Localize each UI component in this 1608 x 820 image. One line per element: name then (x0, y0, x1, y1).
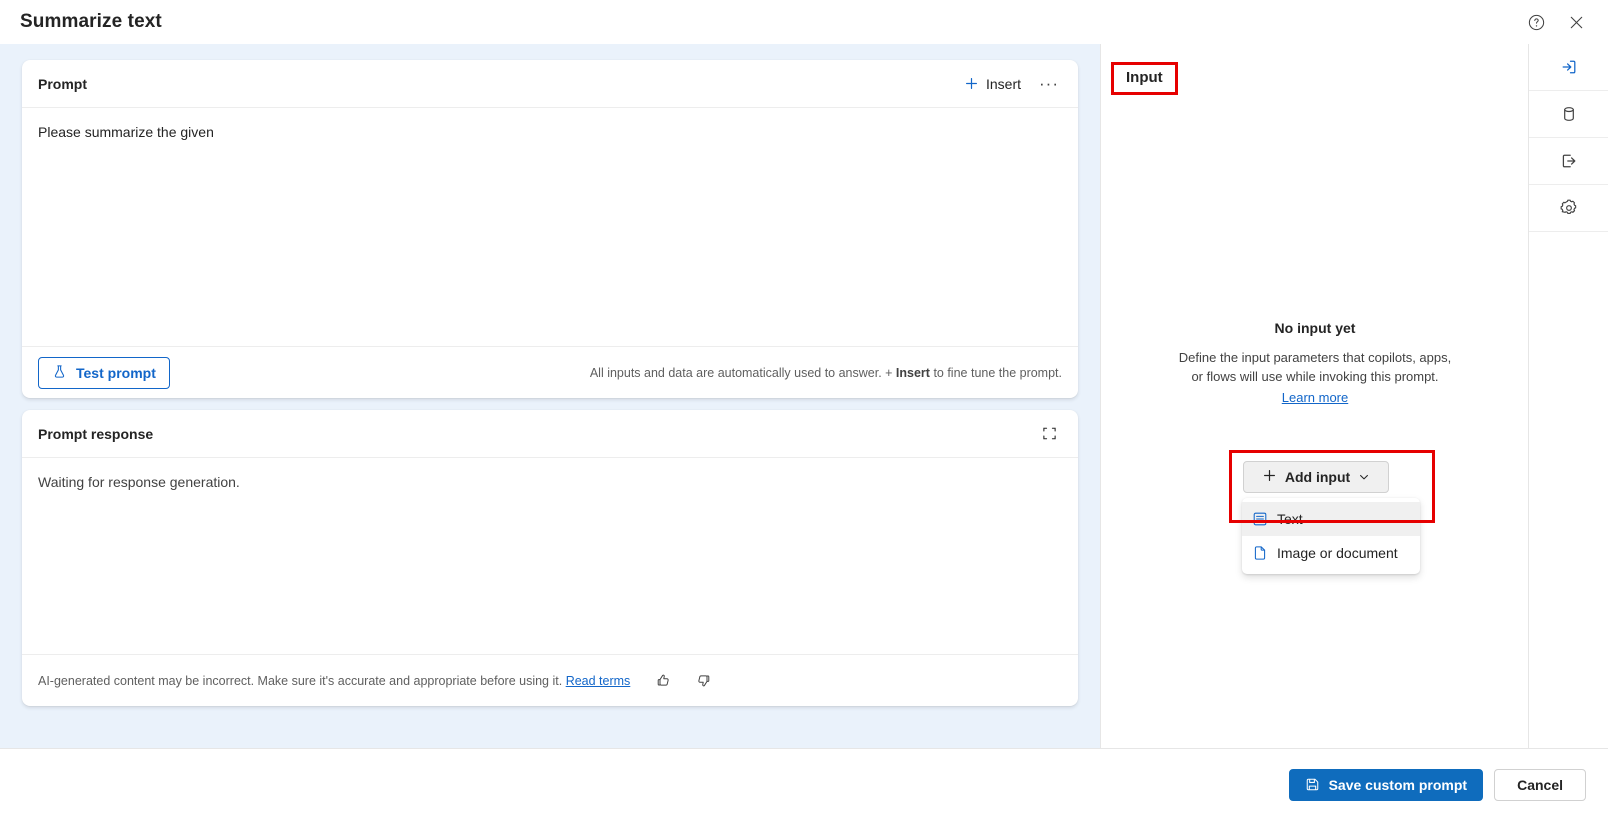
feedback-icons (650, 668, 716, 694)
empty-state-title: No input yet (1274, 320, 1356, 336)
dialog-body: Prompt Insert ··· Please summarize the g… (0, 44, 1608, 748)
empty-state-description: Define the input parameters that copilot… (1129, 348, 1501, 386)
plus-icon (1262, 468, 1277, 486)
input-heading-highlight: Input (1111, 62, 1178, 95)
prompt-card: Prompt Insert ··· Please summarize the g… (22, 60, 1078, 398)
text-document-icon (1252, 511, 1268, 527)
read-terms-link[interactable]: Read terms (566, 674, 631, 688)
add-input-label: Add input (1284, 469, 1351, 485)
prompt-card-footer: Test prompt All inputs and data are auto… (22, 346, 1078, 398)
input-empty-state: No input yet Define the input parameters… (1101, 320, 1529, 407)
prompt-card-actions: Insert ··· (955, 69, 1064, 99)
empty-desc-line-2: or flows will use while invoking this pr… (1191, 369, 1439, 384)
close-icon[interactable] (1560, 6, 1592, 38)
right-rail (1528, 44, 1608, 748)
insert-button-label: Insert (985, 75, 1021, 92)
prompt-card-title: Prompt (38, 75, 87, 92)
rail-item-output[interactable] (1528, 138, 1608, 185)
cancel-button[interactable]: Cancel (1494, 768, 1586, 801)
summarize-text-dialog: Summarize text Prompt Insert ··· Please … (0, 0, 1608, 820)
chevron-down-icon (1358, 471, 1370, 483)
thumbs-up-icon[interactable] (650, 668, 676, 694)
ai-disclaimer: AI-generated content may be incorrect. M… (38, 673, 631, 688)
plus-icon (964, 76, 979, 91)
rail-item-input[interactable] (1528, 44, 1608, 91)
dialog-titlebar: Summarize text (0, 0, 1608, 44)
add-input-menu: Text Image or document (1242, 498, 1420, 574)
response-card-title: Prompt response (38, 425, 154, 442)
menu-item-label: Text (1277, 511, 1303, 527)
test-prompt-button[interactable]: Test prompt (38, 356, 170, 389)
prompt-text-input[interactable]: Please summarize the given (22, 108, 1078, 346)
thumbs-down-icon[interactable] (690, 668, 716, 694)
response-card-header: Prompt response (22, 410, 1078, 458)
help-icon[interactable] (1520, 6, 1552, 38)
save-disk-icon (1305, 777, 1320, 792)
titlebar-actions (1520, 6, 1592, 38)
prompt-response-card: Prompt response Waiting for response gen… (22, 410, 1078, 706)
rail-item-data[interactable] (1528, 91, 1608, 138)
save-button-label: Save custom prompt (1328, 776, 1468, 793)
dialog-footer: Save custom prompt Cancel (0, 748, 1608, 820)
menu-item-image-or-document[interactable]: Image or document (1242, 536, 1420, 570)
left-pane: Prompt Insert ··· Please summarize the g… (0, 44, 1100, 748)
rail-item-settings[interactable] (1528, 185, 1608, 232)
menu-item-label: Image or document (1277, 545, 1398, 561)
menu-item-text[interactable]: Text (1242, 502, 1420, 536)
prompt-card-header: Prompt Insert ··· (22, 60, 1078, 108)
empty-desc-line-1: Define the input parameters that copilot… (1178, 350, 1452, 365)
response-text: Waiting for response generation. (38, 474, 240, 490)
input-panel: Input No input yet Define the input para… (1100, 44, 1528, 748)
flask-icon (52, 364, 67, 382)
page-title: Summarize text (20, 11, 162, 32)
file-icon (1252, 545, 1268, 561)
insert-button[interactable]: Insert (955, 69, 1030, 99)
add-input-button[interactable]: Add input (1243, 461, 1389, 493)
learn-more-link[interactable]: Learn more (1282, 390, 1348, 405)
input-panel-header: Input (1101, 44, 1528, 95)
response-card-footer: AI-generated content may be incorrect. M… (22, 654, 1078, 706)
input-panel-title: Input (1126, 69, 1163, 86)
response-card-actions (1034, 419, 1064, 449)
prompt-hint-text: All inputs and data are automatically us… (589, 365, 1062, 380)
expand-icon[interactable] (1034, 419, 1064, 449)
test-prompt-label: Test prompt (76, 364, 156, 381)
save-custom-prompt-button[interactable]: Save custom prompt (1288, 768, 1484, 801)
more-options-icon[interactable]: ··· (1034, 69, 1064, 99)
